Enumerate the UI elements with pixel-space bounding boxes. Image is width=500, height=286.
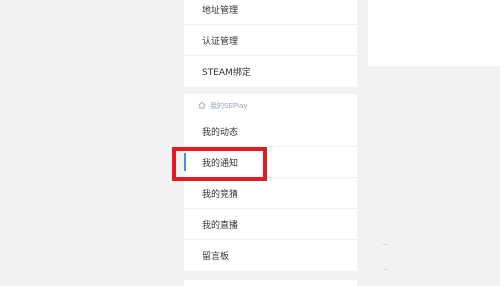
content-panel <box>368 0 500 66</box>
menu-item-verification-management[interactable]: 认证管理 <box>184 25 357 56</box>
menu-item-label: STEAM绑定 <box>202 68 251 78</box>
menu-item-my-predictions[interactable]: 我的竞猜 <box>184 178 357 209</box>
menu-item-label: 认证管理 <box>202 36 239 47</box>
menu-item-message-board[interactable]: 留言板 <box>184 240 357 271</box>
settings-menu-card: 地址管理 认证管理 STEAM绑定 <box>184 0 357 87</box>
menu-item-label: 留言板 <box>202 252 230 262</box>
group-title: 我的SEPlay <box>210 102 248 110</box>
menu-item-address-management[interactable]: 地址管理 <box>184 0 357 25</box>
menu-item-my-activity[interactable]: 我的动态 <box>184 116 357 147</box>
menu-item-label: 地址管理 <box>202 5 239 16</box>
menu-item-label: 我的直播 <box>202 220 239 231</box>
highlight-box <box>172 147 267 181</box>
scroll-mark <box>383 244 388 245</box>
my-seplay-menu-card: 我的SEPlay 我的动态 我的通知 我的竞猜 我的直播 留言板 <box>184 94 357 271</box>
menu-item-steam-binding[interactable]: STEAM绑定 <box>184 56 357 87</box>
next-menu-card <box>184 280 357 286</box>
home-icon <box>198 101 210 111</box>
scroll-mark <box>383 269 388 270</box>
menu-item-label: 我的竞猜 <box>202 189 239 200</box>
menu-item-my-live[interactable]: 我的直播 <box>184 209 357 240</box>
group-header: 我的SEPlay <box>184 98 357 114</box>
menu-item-label: 我的动态 <box>202 127 239 138</box>
